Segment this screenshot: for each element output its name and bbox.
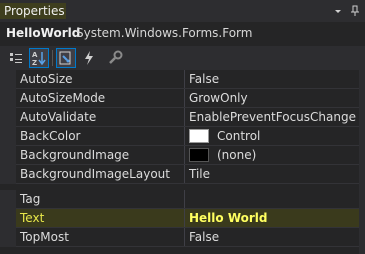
property-row[interactable]: AutoSizeMode GrowOnly — [0, 89, 365, 108]
property-value[interactable] — [185, 190, 365, 209]
property-pages-icon[interactable] — [106, 48, 126, 68]
property-name: AutoSizeMode — [20, 91, 106, 105]
property-row[interactable]: TopMost False — [0, 228, 365, 247]
row-gutter — [0, 127, 16, 146]
row-gutter — [0, 146, 16, 165]
alphabetical-icon[interactable]: A Z — [29, 48, 49, 68]
toolbar-separator — [52, 50, 53, 66]
svg-text:A: A — [32, 51, 38, 59]
property-value[interactable]: False — [185, 70, 365, 89]
property-value-text: Control — [217, 129, 261, 143]
object-name: HelloWorld — [6, 26, 81, 40]
property-row[interactable]: BackgroundImage (none) — [0, 146, 365, 165]
property-name: BackColor — [20, 129, 81, 143]
object-selector[interactable]: HelloWorld System.Windows.Forms.Form — [0, 22, 365, 44]
events-icon[interactable] — [79, 48, 99, 68]
pin-icon[interactable] — [349, 4, 361, 18]
row-gutter — [0, 70, 16, 89]
row-gutter — [0, 89, 16, 108]
categorized-icon[interactable] — [6, 48, 26, 68]
property-value[interactable]: EnablePreventFocusChange — [185, 108, 365, 127]
object-type: System.Windows.Forms.Form — [76, 26, 253, 40]
property-name: Tag — [20, 192, 41, 206]
property-row[interactable]: AutoValidate EnablePreventFocusChange — [0, 108, 365, 127]
panel-title: Properties — [4, 4, 65, 18]
row-gutter — [0, 108, 16, 127]
property-value[interactable]: Tile — [185, 165, 365, 184]
property-row[interactable]: Tag — [0, 190, 365, 209]
property-row-selected[interactable]: Text Hello World — [0, 209, 365, 228]
property-value[interactable]: (none) — [185, 146, 365, 165]
properties-icon[interactable] — [56, 48, 76, 68]
property-row[interactable]: BackgroundImageLayout Tile — [0, 165, 365, 184]
property-value-text: (none) — [217, 148, 257, 162]
property-grid: AutoSize False AutoSizeMode GrowOnly Aut… — [0, 70, 365, 254]
chevron-down-icon[interactable] — [332, 4, 344, 18]
svg-text:Z: Z — [32, 59, 37, 67]
property-value[interactable]: GrowOnly — [185, 89, 365, 108]
property-value[interactable]: False — [185, 228, 365, 247]
color-swatch — [189, 128, 209, 143]
property-name: BackgroundImageLayout — [20, 167, 170, 181]
row-gutter — [0, 209, 16, 228]
properties-toolbar: A Z — [0, 46, 365, 70]
property-name: Text — [16, 209, 184, 228]
row-gutter — [0, 190, 16, 209]
image-swatch — [189, 147, 209, 162]
property-name: BackgroundImage — [20, 148, 130, 162]
row-separator — [16, 246, 365, 247]
property-row[interactable]: AutoSize False — [0, 70, 365, 89]
row-gutter — [0, 165, 16, 184]
property-name: TopMost — [20, 230, 69, 244]
row-gutter — [0, 228, 16, 247]
property-value[interactable]: Control — [185, 127, 365, 146]
vertical-scrollbar[interactable] — [359, 70, 365, 254]
property-name: AutoSize — [20, 72, 73, 86]
property-name: AutoValidate — [20, 110, 97, 124]
properties-titlebar: Properties — [0, 0, 365, 22]
row-separator — [16, 183, 365, 184]
property-value[interactable]: Hello World — [185, 209, 365, 228]
property-row[interactable]: BackColor Control — [0, 127, 365, 146]
